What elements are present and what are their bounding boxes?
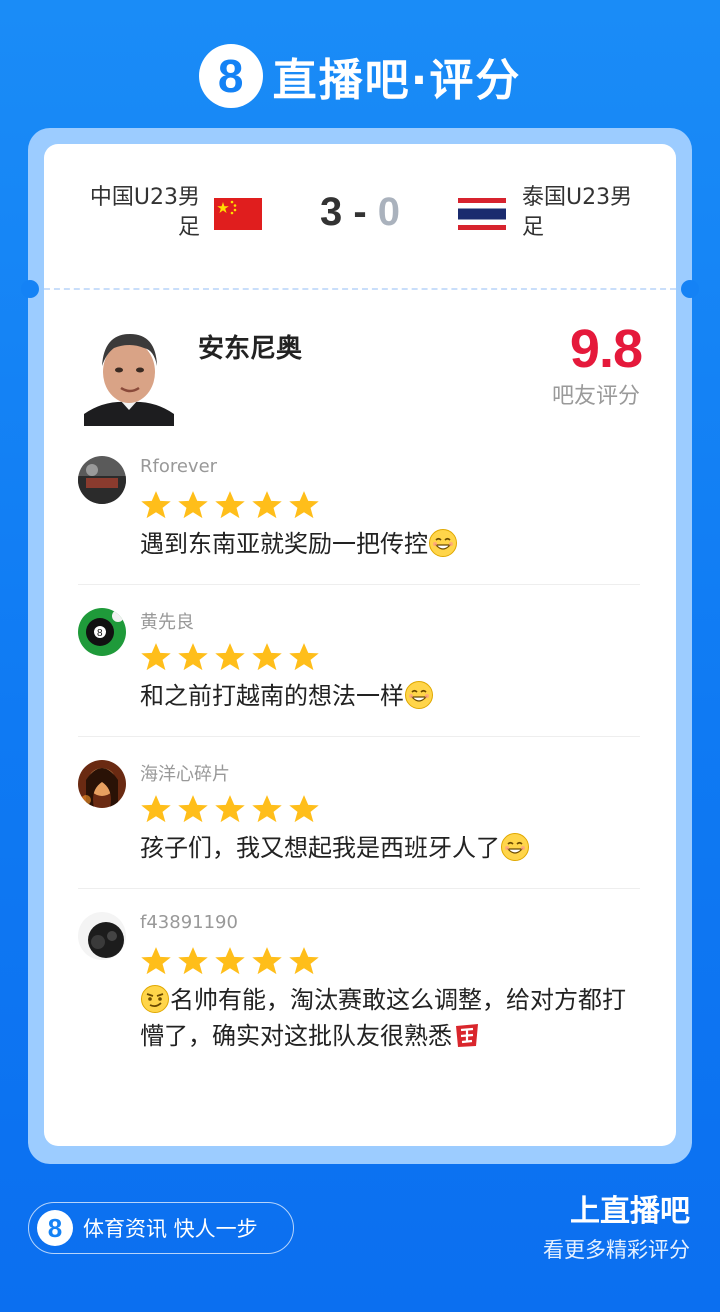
comment-divider [78, 888, 640, 889]
match-score: 3 - 0 [300, 190, 420, 235]
china-flag-icon [214, 198, 262, 230]
comment-username[interactable]: 海洋心碎片 [140, 760, 230, 786]
star-icon [141, 795, 171, 823]
star-rating [138, 490, 323, 520]
thailand-flag-icon [458, 198, 506, 230]
zhibo8-logo-icon: 8 [198, 44, 263, 108]
footer-cta-title[interactable]: 上直播吧 [480, 1186, 690, 1230]
comment-text: 遇到东南亚就奖励一把传控 [140, 526, 640, 562]
comment-divider [78, 736, 640, 737]
star-icon [178, 491, 208, 519]
comment-text: 孩子们，我又想起我是西班牙人了 [140, 830, 640, 866]
grin-emoji-icon [429, 529, 457, 557]
home-score: 3 [319, 190, 343, 234]
svg-text:8: 8 [97, 628, 103, 639]
star-icon [141, 491, 171, 519]
star-icon [215, 795, 245, 823]
star-icon [178, 643, 208, 671]
comment-text: 名帅有能，淘汰赛敢这么调整，给对方都打懵了，确实对这批队友很熟悉 [140, 985, 626, 1050]
ticket-notch-right [681, 280, 699, 298]
comment-username[interactable]: f43891190 [140, 912, 238, 933]
grin-emoji-icon [501, 833, 529, 861]
star-rating [138, 642, 323, 672]
star-icon [252, 643, 282, 671]
star-icon [215, 643, 245, 671]
star-icon [252, 491, 282, 519]
player-name: 安东尼奥 [198, 334, 303, 364]
ticket-divider [44, 288, 676, 290]
comment-username[interactable]: Rforever [140, 456, 217, 477]
star-rating [138, 794, 323, 824]
player-photo [84, 326, 174, 426]
away-team-name: 泰国U23男足 [522, 185, 633, 240]
star-icon [289, 947, 319, 975]
smirk-emoji-icon [141, 985, 169, 1013]
score-separator: - [353, 190, 367, 234]
player-rating: 9.8 [569, 319, 643, 379]
star-icon [215, 491, 245, 519]
brand-header: 8 直播吧·评分 [0, 36, 720, 116]
brand-title: 直播吧·评分 [272, 55, 522, 106]
rating-label: 吧友评分 [551, 384, 640, 409]
comment-text: 和之前打越南的想法一样 [140, 678, 640, 714]
user-avatar[interactable]: 8 [78, 608, 126, 656]
star-icon [289, 491, 319, 519]
footer-slogan: 体育资讯 快人一步 [83, 1217, 258, 1241]
user-avatar[interactable] [78, 912, 126, 960]
footer-cta-subtitle: 看更多精彩评分 [543, 1238, 690, 1262]
footer-slogan-pill[interactable]: 8 体育资讯 快人一步 [28, 1202, 294, 1254]
star-icon [289, 643, 319, 671]
qiong-sticker-icon [456, 1024, 478, 1047]
zhibo8-logo-icon: 8 [37, 1210, 73, 1246]
home-team-name: 中国U23男足 [89, 185, 200, 240]
away-score: 0 [377, 190, 401, 234]
star-rating [138, 946, 323, 976]
user-avatar[interactable] [78, 760, 126, 808]
grin-emoji-icon [405, 681, 433, 709]
star-icon [141, 643, 171, 671]
star-icon [178, 947, 208, 975]
user-avatar[interactable] [78, 456, 126, 504]
star-icon [252, 947, 282, 975]
star-icon [178, 795, 208, 823]
comment-username[interactable]: 黄先良 [140, 608, 194, 634]
star-icon [215, 947, 245, 975]
star-icon [141, 947, 171, 975]
star-icon [289, 795, 319, 823]
ticket-notch-left [21, 280, 39, 298]
comment-divider [78, 584, 640, 585]
star-icon [252, 795, 282, 823]
